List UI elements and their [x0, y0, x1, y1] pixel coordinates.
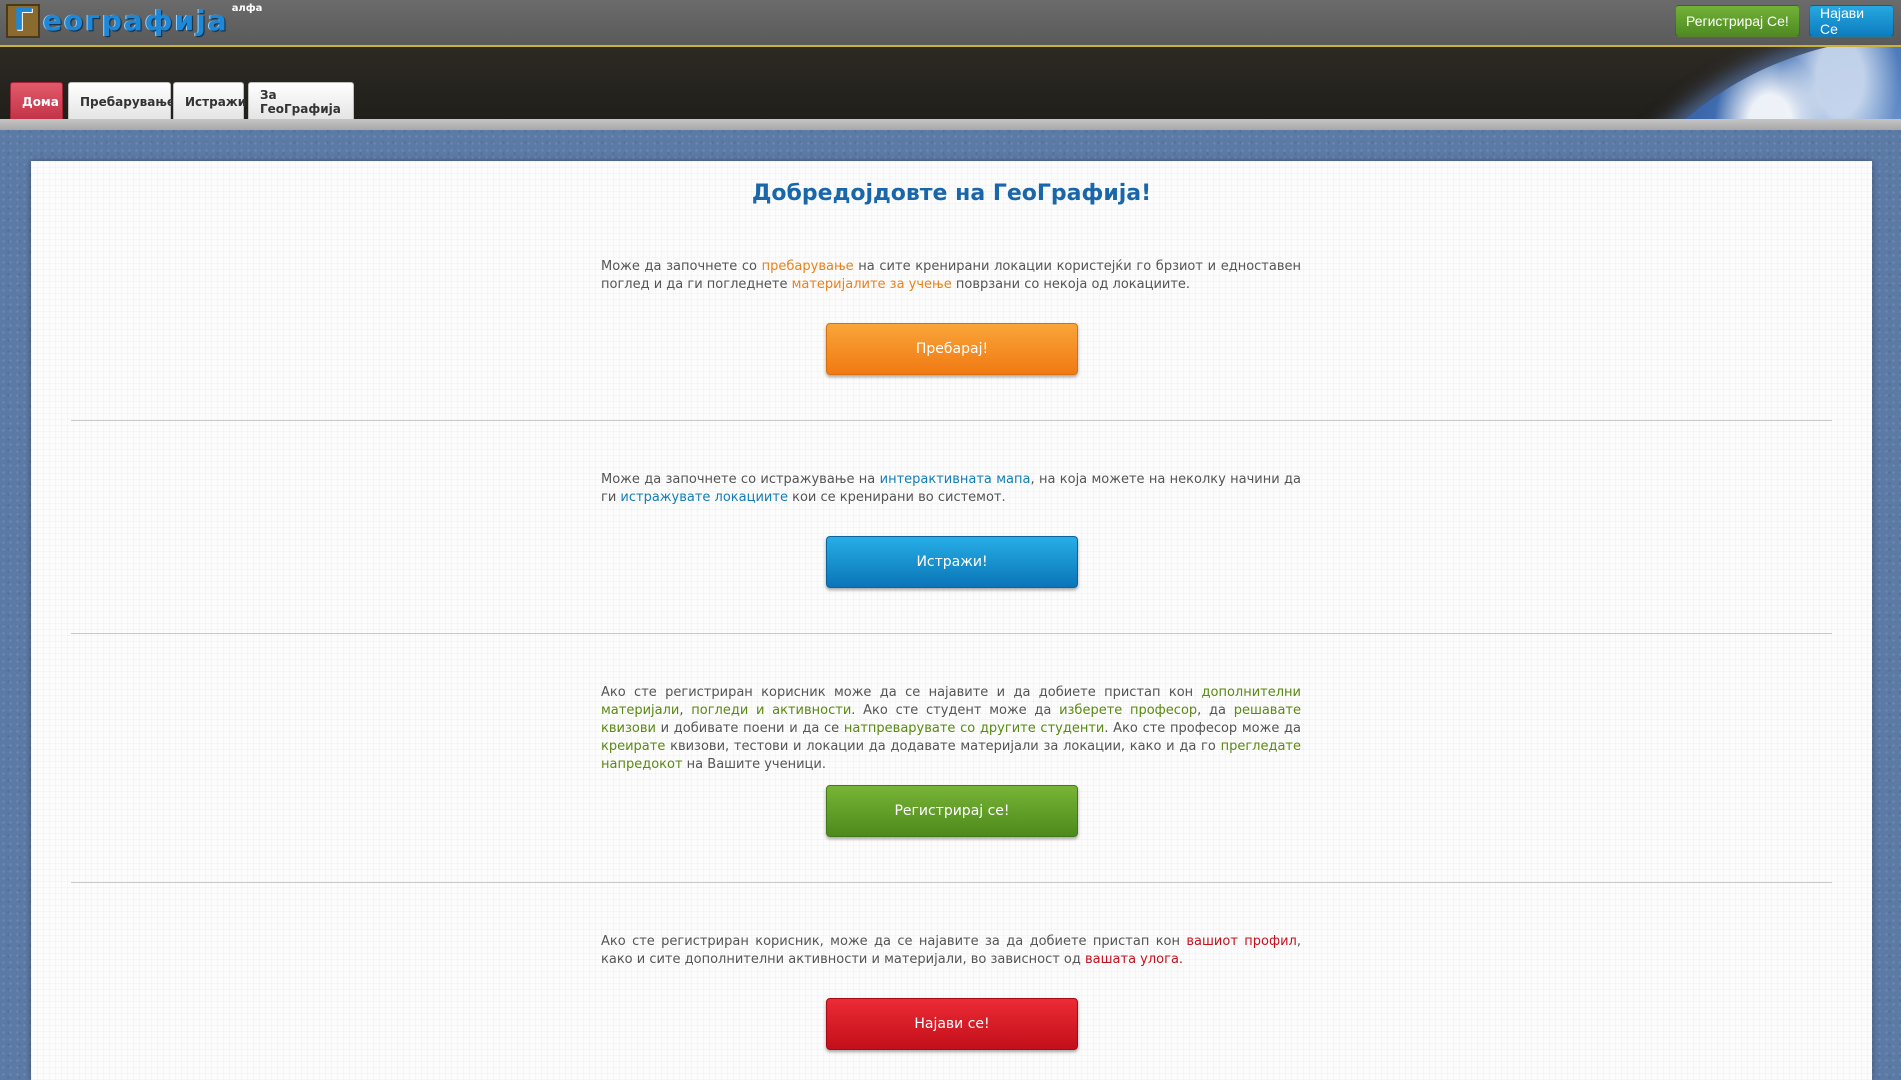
- logo-alpha-badge: алфа: [231, 3, 263, 14]
- tab-search[interactable]: Пребарување: [68, 82, 175, 121]
- compete-students-link[interactable]: натпреварувате со другите студенти: [844, 721, 1104, 736]
- your-role-link[interactable]: вашата улога.: [1085, 952, 1183, 967]
- section-divider: [71, 633, 1832, 634]
- tab-about[interactable]: За ГеоГрафија: [248, 82, 354, 121]
- tab-explore[interactable]: Истражи: [173, 82, 246, 121]
- login-button[interactable]: Најави Се: [1809, 5, 1894, 37]
- page-title: Добредојдовте на ГеоГрафија!: [751, 181, 1152, 206]
- nav-underline: [0, 119, 1901, 130]
- login-cta-button[interactable]: Најави се!: [826, 998, 1078, 1050]
- search-section-text: Може да започнете со пребарување на сите…: [601, 259, 1301, 292]
- register-button[interactable]: Регистрирај Се!: [1675, 5, 1800, 37]
- search-button[interactable]: Пребарај!: [826, 323, 1078, 375]
- top-bar: Г еографија алфа Регистрирај Се! Најави …: [0, 0, 1901, 47]
- logo-icon: Г: [6, 4, 40, 38]
- search-link[interactable]: пребарување: [762, 259, 854, 274]
- explore-section-text: Може да започнете со истражување на инте…: [601, 472, 1302, 505]
- create-link[interactable]: креирате: [601, 739, 665, 754]
- tab-home[interactable]: Дома: [10, 82, 63, 121]
- explore-button[interactable]: Истражи!: [826, 536, 1078, 588]
- learning-materials-link[interactable]: материјалите за учење: [792, 277, 952, 292]
- earth-banner-image: [1520, 47, 1901, 119]
- logo-text: еографија: [43, 4, 229, 37]
- explore-locations-link[interactable]: истражувате локациите: [620, 490, 788, 505]
- main-content-card: Добредојдовте на ГеоГрафија! Може да зап…: [31, 161, 1872, 1080]
- interactive-map-link[interactable]: интерактивната мапа: [880, 472, 1031, 487]
- login-section-text: Ако сте регистриран корисник, може да се…: [601, 934, 1301, 967]
- section-divider: [71, 882, 1832, 883]
- views-activities-link[interactable]: погледи и активности: [691, 703, 851, 718]
- logo-letter: Г: [13, 3, 33, 38]
- site-logo[interactable]: Г еографија алфа: [6, 3, 263, 44]
- your-profile-link[interactable]: вашиот профил: [1186, 934, 1296, 949]
- register-cta-button[interactable]: Регистрирај се!: [826, 785, 1078, 837]
- register-section-text: Ако сте регистриран корисник може да се …: [601, 685, 1301, 772]
- choose-professor-link[interactable]: изберете професор: [1059, 703, 1197, 718]
- section-divider: [71, 420, 1832, 421]
